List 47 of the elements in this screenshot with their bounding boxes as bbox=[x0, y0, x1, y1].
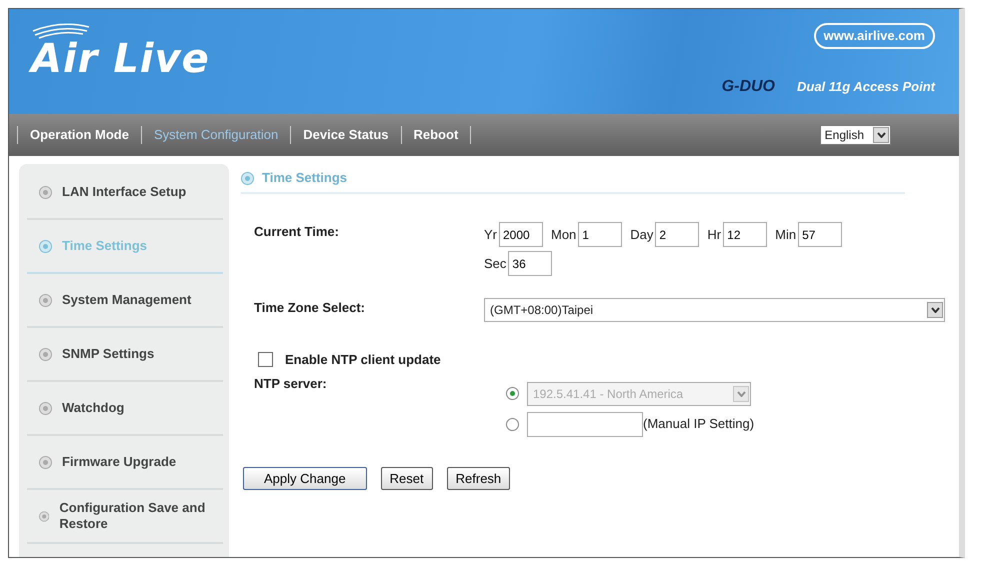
product-name: Dual 11g Access Point bbox=[797, 78, 935, 96]
nav-tab[interactable]: Device Status bbox=[291, 125, 400, 145]
language-select[interactable]: English bbox=[820, 125, 891, 145]
sidebar-item[interactable]: Watchdog bbox=[27, 382, 223, 436]
bullet-icon bbox=[39, 240, 52, 252]
checkbox-label: Enable NTP client update bbox=[285, 351, 441, 369]
model-name: G-DUO bbox=[722, 76, 775, 96]
form-button[interactable]: Refresh bbox=[446, 466, 510, 490]
checkbox[interactable] bbox=[258, 352, 273, 368]
bullet-icon bbox=[39, 456, 52, 468]
bullet-icon bbox=[39, 402, 52, 414]
time-input[interactable]: 2 bbox=[655, 222, 700, 247]
sidebar-item[interactable]: System Management bbox=[27, 274, 223, 328]
field-label: NTP server: bbox=[254, 374, 328, 392]
field-label: Sec bbox=[484, 254, 506, 273]
field-note: (Manual IP Setting) bbox=[643, 415, 754, 434]
ip-input[interactable] bbox=[527, 412, 643, 436]
form-button[interactable]: Reset bbox=[380, 466, 433, 490]
radio-button[interactable] bbox=[506, 418, 519, 430]
sidebar-item[interactable]: LAN Interface Setup bbox=[27, 166, 223, 220]
logo: Air Live bbox=[31, 39, 210, 79]
nav-tab[interactable]: Reboot bbox=[402, 125, 470, 145]
field-label: Time Zone Select: bbox=[254, 299, 366, 317]
field-label: Yr bbox=[484, 226, 497, 244]
field-label: Mon bbox=[551, 226, 576, 244]
bullet-icon bbox=[241, 172, 254, 184]
time-input[interactable]: 12 bbox=[723, 222, 768, 247]
time-input[interactable]: 2000 bbox=[499, 222, 543, 247]
bullet-icon bbox=[39, 186, 52, 198]
form-button[interactable]: Apply Change bbox=[243, 466, 367, 490]
nav-tab[interactable]: Operation Mode bbox=[18, 125, 141, 145]
bullet-icon bbox=[39, 510, 50, 522]
field-label: Hr bbox=[707, 226, 722, 244]
bullet-icon bbox=[39, 348, 52, 360]
time-input[interactable]: 36 bbox=[508, 251, 552, 276]
sidebar-item[interactable]: SNMP Settings bbox=[27, 328, 223, 382]
field-label: Current Time: bbox=[254, 223, 340, 241]
section-header: Time Settings bbox=[241, 164, 905, 194]
field-label: Min bbox=[775, 226, 796, 244]
signal-waves-icon bbox=[31, 23, 91, 39]
field-label: Day bbox=[630, 226, 654, 244]
bullet-icon bbox=[39, 294, 52, 306]
time-input[interactable]: 57 bbox=[798, 222, 842, 247]
time-zone-select[interactable]: (GMT+08:00)Taipei bbox=[484, 298, 945, 322]
sidebar-item[interactable]: Firmware Upgrade bbox=[27, 436, 223, 490]
time-input[interactable]: 1 bbox=[578, 222, 622, 247]
sidebar-item[interactable]: Configuration Save and Restore bbox=[27, 490, 223, 544]
